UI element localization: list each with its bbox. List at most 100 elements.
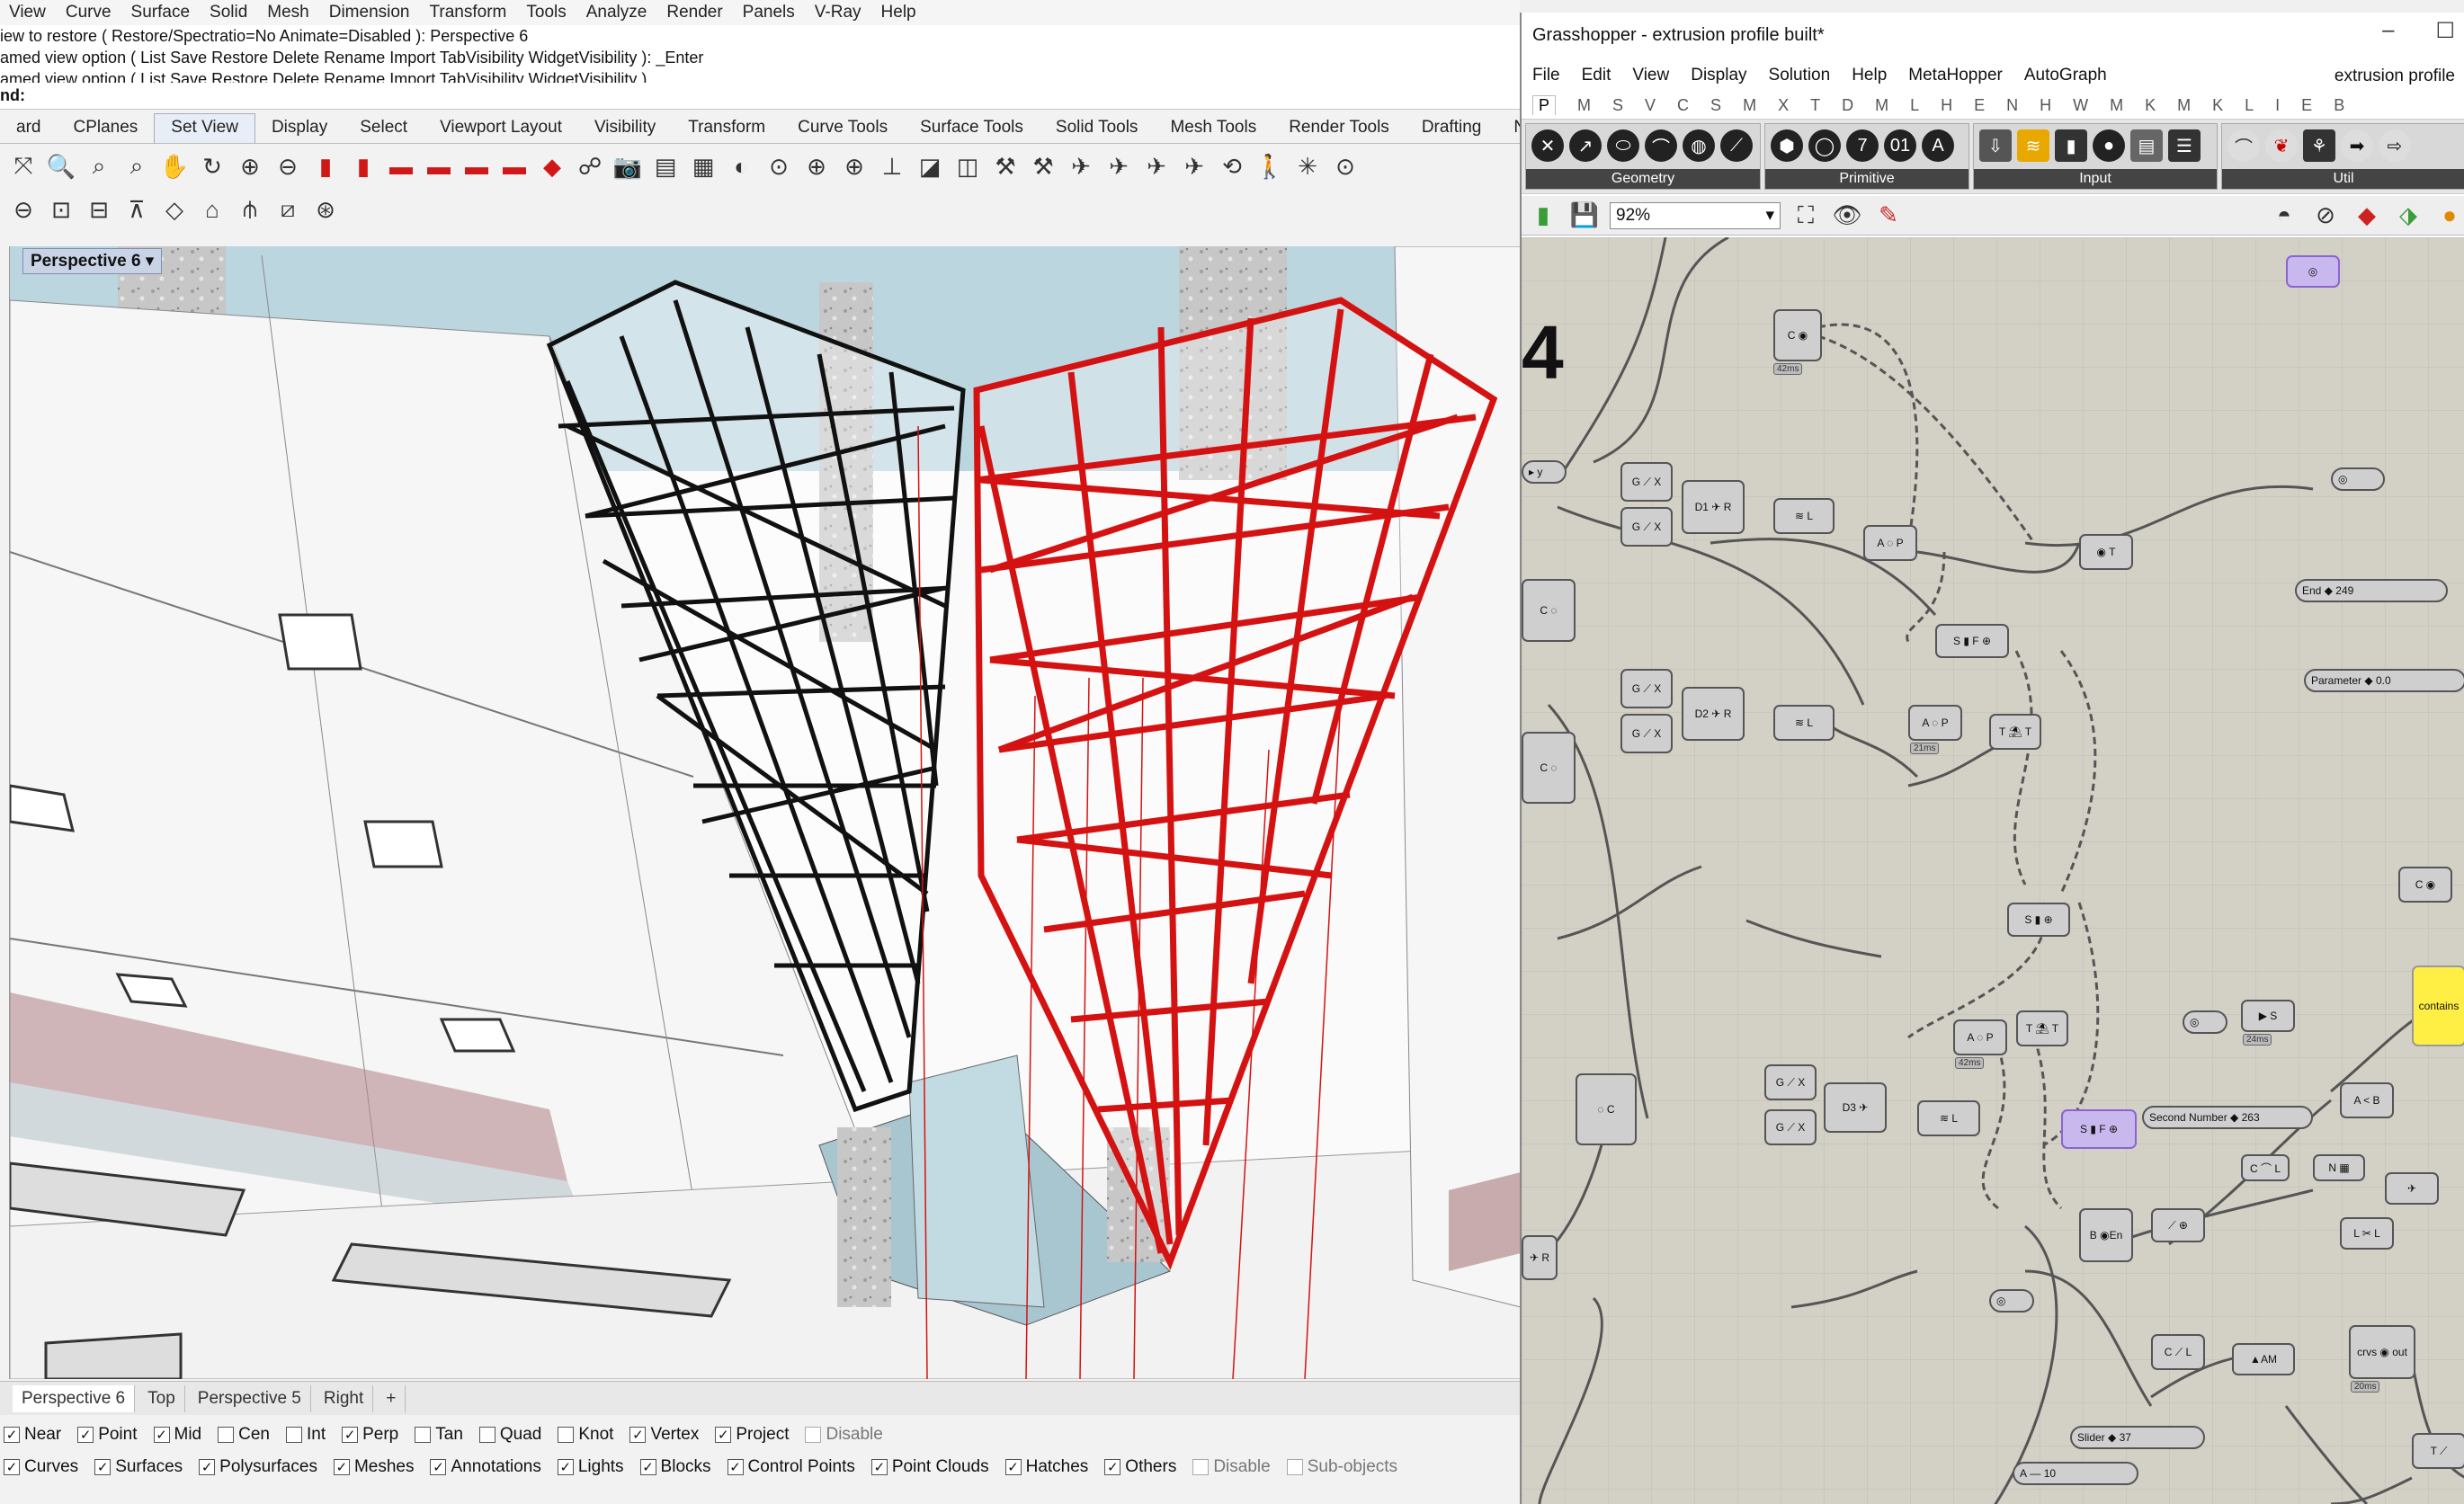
end-slider[interactable]: End ◆ 249	[2295, 579, 2448, 602]
walk-icon[interactable]: ⚒	[989, 150, 1022, 182]
tab-set-view[interactable]: Set View	[154, 113, 255, 143]
tab-new-in-v6[interactable]: New in V6	[1497, 114, 1520, 143]
gh-category-tab[interactable]: H	[1941, 96, 1952, 115]
viewport-tab-right[interactable]: Right	[315, 1384, 374, 1412]
gh-component[interactable]: G ⟋ X	[1764, 1109, 1817, 1145]
viewport-icon[interactable]: ⊟	[83, 193, 115, 226]
fly-icon[interactable]: ✈	[1140, 150, 1173, 182]
gh-component[interactable]: G ⟋ X	[1620, 507, 1673, 547]
geometry-icon[interactable]: ⬭	[1607, 129, 1639, 162]
checkbox[interactable]	[77, 1427, 94, 1443]
menu-item-solid[interactable]: Solid	[210, 3, 247, 22]
gh-category-tab[interactable]: M	[2110, 96, 2123, 115]
save-icon[interactable]: 💾	[1568, 200, 1601, 232]
checkbox[interactable]	[415, 1427, 432, 1443]
gh-menu-file[interactable]: File	[1532, 66, 1560, 85]
gh-category-tab[interactable]: M	[1875, 96, 1888, 115]
filter-curves[interactable]: Curves	[4, 1457, 78, 1477]
input-icon[interactable]: ⇩	[1979, 129, 2012, 162]
gh-category-tab[interactable]: C	[1677, 96, 1689, 115]
viewport-tab-perspective-6[interactable]: Perspective 6	[13, 1384, 136, 1412]
zoom-in-icon[interactable]: ⊕	[234, 150, 266, 182]
checkbox[interactable]	[727, 1459, 744, 1475]
gh-component[interactable]: G ⟋ X	[1620, 714, 1673, 753]
tab-render-tools[interactable]: Render Tools	[1272, 114, 1406, 143]
panel-yellow[interactable]: contains	[2412, 966, 2464, 1046]
gh-menu-view[interactable]: View	[1632, 66, 1669, 85]
checkbox[interactable]	[870, 1459, 888, 1475]
checkbox[interactable]	[557, 1459, 574, 1475]
gh-menu-help[interactable]: Help	[1852, 66, 1887, 85]
tab-ard[interactable]: ard	[0, 114, 57, 143]
mesh-icon[interactable]: ⌂	[196, 193, 228, 226]
checkbox[interactable]	[285, 1427, 302, 1443]
checkbox[interactable]	[333, 1459, 350, 1475]
gh-component[interactable]: T ⛱ T	[1989, 714, 2041, 750]
slider[interactable]: Slider ◆ 37	[2070, 1426, 2205, 1449]
osnap-knot[interactable]: Knot	[558, 1425, 613, 1445]
gh-menu-solution[interactable]: Solution	[1769, 66, 1831, 85]
checkbox[interactable]	[1004, 1459, 1022, 1475]
preview-selected-icon[interactable]: ◆	[2351, 200, 2383, 232]
gh-param[interactable]: ◎	[1989, 1289, 2034, 1313]
gh-component[interactable]: C ◉	[2398, 867, 2452, 903]
section-icon[interactable]: ⫛	[234, 193, 266, 226]
target-icon[interactable]: ⊛	[309, 193, 342, 226]
tree-icon[interactable]: ⚘	[2303, 129, 2335, 162]
car-icon[interactable]: ▬	[460, 150, 493, 182]
osnap-disable[interactable]: Disable	[805, 1425, 883, 1445]
checkbox[interactable]	[715, 1427, 732, 1443]
checkbox[interactable]	[629, 1427, 647, 1443]
gh-component-selected[interactable]: ◎	[2286, 255, 2340, 288]
checkbox[interactable]	[1104, 1459, 1121, 1475]
gh-category-tab[interactable]: H	[2040, 96, 2051, 115]
gh-category-tab[interactable]: K	[2145, 96, 2156, 115]
preview-shaded-icon[interactable]: ◓	[2268, 200, 2300, 232]
command-prompt[interactable]: nd:	[0, 83, 1520, 110]
material-icon[interactable]: ●	[2433, 200, 2464, 232]
car-icon[interactable]: ▬	[385, 150, 417, 182]
tab-transform[interactable]: Transform	[672, 114, 781, 143]
gh-category-tab[interactable]: N	[2006, 96, 2018, 115]
geometry-icon[interactable]: ◍	[1683, 129, 1715, 162]
input-icon[interactable]: ●	[2093, 129, 2125, 162]
menu-item-analyze[interactable]: Analyze	[586, 3, 647, 22]
checkbox[interactable]	[478, 1427, 495, 1443]
gh-category-tab[interactable]: L	[1910, 96, 1919, 115]
input-icon[interactable]: ☰	[2168, 129, 2201, 162]
viewport-tab-top[interactable]: Top	[138, 1384, 185, 1412]
util-icon[interactable]: ⌒	[2227, 129, 2260, 162]
fly-icon[interactable]: ✈	[1178, 150, 1210, 182]
menu-item-surface[interactable]: Surface	[131, 3, 190, 22]
gh-component[interactable]: ≋ L	[1917, 1100, 1980, 1136]
gh-category-tab[interactable]: M	[2177, 96, 2191, 115]
gh-param[interactable]: ▸ y	[1522, 460, 1567, 484]
gh-menu-metahopper[interactable]: MetaHopper	[1908, 66, 2003, 85]
gh-component[interactable]: ▲ AM	[2232, 1343, 2295, 1375]
checkbox[interactable]	[342, 1427, 359, 1443]
target-icon[interactable]: ⊙	[1329, 150, 1361, 182]
checkbox[interactable]	[153, 1427, 170, 1443]
gh-category-tab[interactable]: P	[1532, 95, 1557, 115]
cube-icon[interactable]: ◫	[951, 150, 984, 182]
gh-component[interactable]: ≋ L	[1773, 705, 1835, 741]
gh-component[interactable]: T ⛱ T	[2016, 1010, 2068, 1046]
gh-category-tab[interactable]: M	[1743, 96, 1756, 115]
cherry-icon[interactable]: ❦	[2265, 129, 2298, 162]
gh-component[interactable]: A ◌ P	[1863, 525, 1917, 561]
osnap-mid[interactable]: Mid	[153, 1425, 201, 1445]
gh-component[interactable]: D1 ✈ R	[1682, 480, 1745, 534]
osnap-vertex[interactable]: Vertex	[629, 1425, 699, 1445]
osnap-point[interactable]: Point	[77, 1425, 138, 1445]
gh-param[interactable]: ◎	[2331, 467, 2385, 491]
menu-item-v-ray[interactable]: V-Ray	[815, 3, 862, 22]
menu-item-tools[interactable]: Tools	[526, 3, 566, 22]
gh-component[interactable]: ✈ R	[1522, 1235, 1558, 1280]
gh-component[interactable]: N ▦	[2313, 1154, 2365, 1181]
filter-lights[interactable]: Lights	[557, 1457, 624, 1477]
gh-document-name[interactable]: extrusion profile	[2335, 67, 2455, 86]
checkbox[interactable]	[4, 1427, 20, 1443]
osnap-perp[interactable]: Perp	[342, 1425, 398, 1445]
tab-cplanes[interactable]: CPlanes	[57, 114, 154, 143]
filter-annotations[interactable]: Annotations	[430, 1457, 541, 1477]
